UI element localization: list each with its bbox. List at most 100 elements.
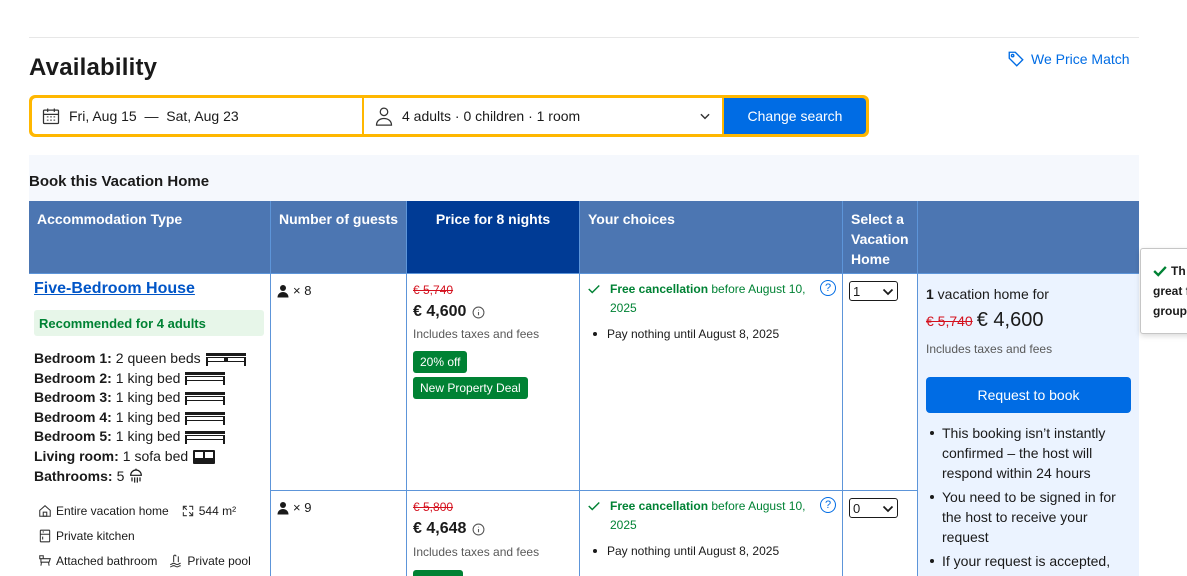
room-label: Living room: [34,447,119,464]
room-value: 1 king bed [115,389,181,406]
list-item: Bedroom 3: 1 king bed [34,388,247,408]
kitchen-icon [39,529,51,543]
quantity-value: 0 [853,500,861,516]
guest-count: × 8 [277,283,311,298]
pool-icon [170,554,182,568]
guest-count-value: × 9 [293,500,312,515]
info-icon[interactable] [472,523,485,536]
col-header-choices: Your choices [580,201,842,273]
chevron-down-icon [882,288,894,296]
date-range: Fri, Aug 15 — Sat, Aug 23 [69,108,239,124]
sofa-bed-icon [193,449,216,464]
bed-list: Bedroom 1: 2 queen beds Bedroom 2: 1 king … [34,349,247,486]
quantity-select[interactable]: 1 [849,281,898,301]
quantity-select[interactable]: 0 [849,498,898,518]
summary-count-value: 1 [926,286,934,302]
room-value: 1 king bed [115,428,181,445]
price-match-link[interactable]: We Price Match [1007,50,1130,68]
room-label: Bathrooms: [34,467,113,484]
tooltip-text: great f [1153,284,1187,298]
note-text: If your request is accepted, [942,553,1111,569]
list-item: Bedroom 4: 1 king bed [34,408,247,428]
payment-note-text: Pay nothing until August 8, 2025 [607,544,780,558]
room-value: 1 king bed [115,369,181,386]
taxes-note: Includes taxes and fees [413,327,540,341]
list-item: Bedroom 5: 1 king bed [34,427,247,447]
col-header-select: Select a Vacation Home [843,201,917,273]
facility-label: Attached bathroom [56,554,158,568]
chevron-down-icon [882,505,894,513]
room-label: Bedroom 3: [34,389,112,406]
chevron-down-icon [700,113,710,120]
payment-note: Pay nothing until August 8, 2025 [593,327,779,341]
price-value: € 4,600 [413,303,467,320]
help-icon[interactable]: ? [820,280,836,296]
bullet [930,559,934,563]
list-item: Bedroom 2: 1 king bed [34,369,247,389]
room-label: Bedroom 2: [34,369,112,386]
room-value: 1 sofa bed [122,447,189,464]
taxes-note: Includes taxes and fees [413,545,540,559]
shower-icon [130,469,143,484]
room-label: Bedroom 1: [34,350,112,366]
person-icon [277,501,289,514]
list-item: If your request is accepted, [926,551,1131,571]
facility-label: Private kitchen [56,529,135,543]
facility-row: Attached bathroom Private pool [38,554,251,568]
facility-row: Private kitchen [38,529,135,543]
col-header-summary [918,201,1139,273]
accommodation-name-link[interactable]: Five-Bedroom House [34,280,195,298]
divider [270,490,918,491]
bathroom-icon [39,555,51,566]
room-label: Bedroom 4: [34,408,112,425]
price-value: € 4,648 [413,520,467,537]
tooltip-text: Th [1171,264,1186,278]
guests-summary: 4 adults · 0 children · 1 room [402,108,581,124]
summary-price: € 5,740 € 4,600 [926,309,1043,332]
tag-icon [1008,51,1024,67]
home-icon [39,505,51,517]
divider [842,201,843,576]
facility-label: Private pool [187,554,251,568]
current-price: € 4,600 [413,303,485,321]
summary-old-price: € 5,740 [926,313,973,329]
tooltip-line: Th [1153,261,1187,281]
list-item: This booking isn’t instantly confirmed –… [926,423,1131,483]
room-value: 5 [116,467,125,484]
summary-count: 1 vacation home for [926,286,1049,302]
check-icon [1153,266,1167,277]
room-value: 1 king bed [115,408,181,425]
divider [29,37,1139,38]
price-match-label: We Price Match [1031,51,1130,67]
room-label: Bedroom 5: [34,428,112,445]
info-icon[interactable] [472,306,485,319]
original-price: € 5,740 [413,283,454,297]
request-to-book-button[interactable]: Request to book [926,377,1131,413]
summary-taxes: Includes taxes and fees [926,342,1053,356]
bullet [930,431,934,435]
divider [270,201,271,576]
tooltip-text: group [1153,304,1187,318]
guest-count-value: × 8 [293,283,312,298]
discount-badge [413,570,463,576]
booking-title: Book this Vacation Home [29,173,210,190]
list-item: Bathrooms: 5 [34,467,247,487]
booking-notes: This booking isn’t instantly confirmed –… [926,423,1131,575]
summary-total-price: € 4,600 [976,309,1044,331]
page-title: Availability [29,54,158,81]
col-header-price[interactable]: Price for 8 nights [407,201,579,282]
payment-note-text: Pay nothing until August 8, 2025 [607,327,780,341]
facility-row: Entire vacation home 544 m² [38,504,236,518]
date-picker[interactable]: Fri, Aug 15 — Sat, Aug 23 [32,98,362,134]
col-header-accommodation: Accommodation Type [29,201,270,273]
facility-label: 544 m² [198,504,237,518]
guests-picker[interactable]: 4 adults · 0 children · 1 room [364,98,722,134]
note-text: You need to be signed in for the host to… [942,489,1116,545]
change-search-button[interactable]: Change search [724,98,866,134]
room-value: 2 queen beds [115,350,201,366]
area-icon [182,505,193,517]
king-bed-icon [185,411,226,425]
help-icon[interactable]: ? [820,497,836,513]
facility-label: Entire vacation home [56,504,169,518]
note-text: This booking isn’t instantly confirmed –… [942,425,1106,481]
